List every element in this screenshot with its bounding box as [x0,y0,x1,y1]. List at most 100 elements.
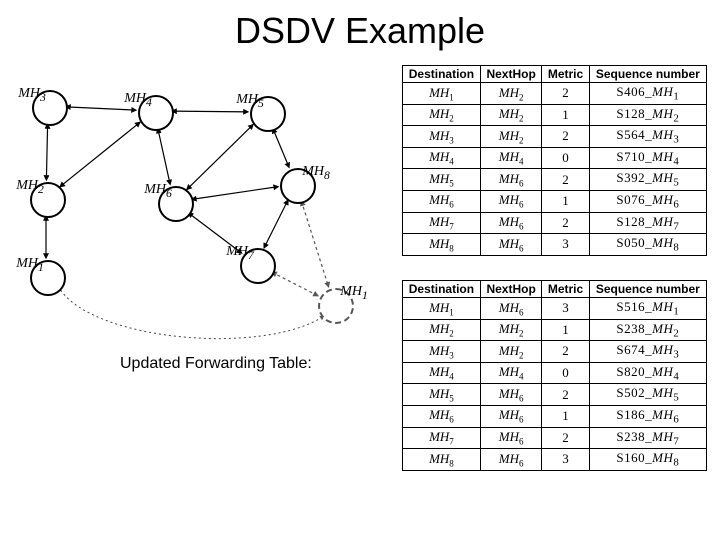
page-title: DSDV Example [0,10,720,52]
dest-cell: MH5 [403,169,481,191]
metric-cell: 1 [542,405,589,427]
seqnum-cell: S076_MH6 [589,190,706,212]
metric-cell: 2 [542,427,589,449]
node-label: MH4 [124,91,152,109]
metric-cell: 0 [542,362,589,384]
table-column-header: Destination [403,281,481,298]
table-column-header: NextHop [480,66,542,83]
nexthop-cell: MH6 [480,298,542,320]
nexthop-cell: MH6 [480,405,542,427]
seqnum-cell: S502_MH5 [589,384,706,406]
graph-edge [273,129,289,168]
nexthop-cell: MH2 [480,126,542,148]
graph-edge [46,124,47,180]
seqnum-cell: S392_MH5 [589,169,706,191]
node-label: MH8 [302,164,330,182]
seqnum-cell: S128_MH2 [589,104,706,126]
seqnum-cell: S186_MH6 [589,405,706,427]
table-row: MH7MH62S238_MH7 [403,427,707,449]
seqnum-cell: S674_MH3 [589,341,706,363]
metric-cell: 0 [542,147,589,169]
node-MH1b: MH1 [318,288,354,324]
seqnum-cell: S820_MH4 [589,362,706,384]
dest-cell: MH7 [403,427,481,449]
dest-cell: MH2 [403,319,481,341]
dest-cell: MH8 [403,449,481,471]
node-label: MH1 [16,256,44,274]
table-column-header: Sequence number [589,281,706,298]
seqnum-cell: S238_MH2 [589,319,706,341]
network-graph: MH3MH4MH5MH2MH6MH8MH1MH7MH1 [18,60,378,340]
graph-edge [187,125,253,190]
graph-edge [172,111,248,112]
dest-cell: MH3 [403,341,481,363]
table-row: MH6MH61S076_MH6 [403,190,707,212]
node-label: MH2 [16,178,44,196]
nexthop-cell: MH6 [480,190,542,212]
node-MH4: MH4 [138,95,174,131]
dest-cell: MH2 [403,104,481,126]
table-row: MH4MH40S820_MH4 [403,362,707,384]
dest-cell: MH1 [403,298,481,320]
graph-edge [158,129,170,185]
nexthop-cell: MH6 [480,384,542,406]
table-row: MH8MH63S050_MH8 [403,234,707,256]
metric-cell: 1 [542,319,589,341]
nexthop-cell: MH6 [480,234,542,256]
nexthop-cell: MH6 [480,449,542,471]
metric-cell: 2 [542,341,589,363]
dest-cell: MH8 [403,234,481,256]
seqnum-cell: S710_MH4 [589,147,706,169]
dest-cell: MH4 [403,362,481,384]
graph-edge [301,201,328,287]
table-row: MH4MH40S710_MH4 [403,147,707,169]
node-label: MH7 [226,244,254,262]
table-column-header: Sequence number [589,66,706,83]
seqnum-cell: S050_MH8 [589,234,706,256]
nexthop-cell: MH6 [480,169,542,191]
dest-cell: MH3 [403,126,481,148]
table-row: MH5MH62S502_MH5 [403,384,707,406]
dest-cell: MH6 [403,190,481,212]
table-row: MH3MH22S674_MH3 [403,341,707,363]
seqnum-cell: S238_MH7 [589,427,706,449]
dest-cell: MH5 [403,384,481,406]
node-MH5: MH5 [250,96,286,132]
table-row: MH5MH62S392_MH5 [403,169,707,191]
table-row: MH6MH61S186_MH6 [403,405,707,427]
forwarding-table-updated: DestinationNextHopMetricSequence number … [402,280,707,471]
node-label: MH1 [340,284,368,302]
table-row: MH3MH22S564_MH3 [403,126,707,148]
graph-edge [264,200,288,248]
node-MH8: MH8 [280,168,316,204]
node-MH7: MH7 [240,248,276,284]
dest-cell: MH7 [403,212,481,234]
nexthop-cell: MH2 [480,104,542,126]
node-label: MH6 [144,182,172,200]
nexthop-cell: MH2 [480,83,542,105]
graph-edge [60,122,140,186]
node-MH6: MH6 [158,186,194,222]
seqnum-cell: S564_MH3 [589,126,706,148]
seqnum-cell: S160_MH8 [589,449,706,471]
nexthop-cell: MH2 [480,319,542,341]
nexthop-cell: MH4 [480,147,542,169]
table-row: MH2MH21S128_MH2 [403,104,707,126]
graph-movement-arc [58,286,324,339]
metric-cell: 3 [542,449,589,471]
metric-cell: 3 [542,298,589,320]
table-row: MH1MH63S516_MH1 [403,298,707,320]
nexthop-cell: MH6 [480,427,542,449]
seqnum-cell: S128_MH7 [589,212,706,234]
table-column-header: Metric [542,66,589,83]
metric-cell: 2 [542,83,589,105]
dest-cell: MH6 [403,405,481,427]
metric-cell: 2 [542,169,589,191]
dest-cell: MH4 [403,147,481,169]
metric-cell: 2 [542,126,589,148]
graph-edge [272,272,318,296]
table-column-header: Metric [542,281,589,298]
node-label: MH5 [236,92,264,110]
node-MH1: MH1 [30,260,66,296]
metric-cell: 2 [542,212,589,234]
